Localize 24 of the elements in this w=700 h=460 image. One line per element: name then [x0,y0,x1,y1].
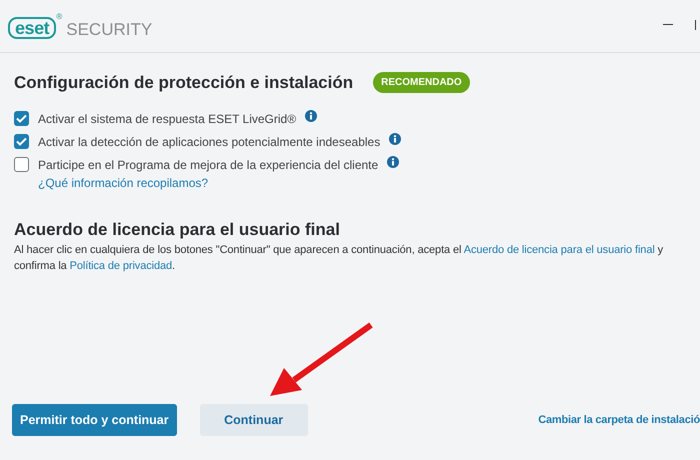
checkbox[interactable] [14,111,29,126]
option-label: Activar la detección de aplicaciones potencialmente indeseables [38,134,380,150]
section-title: Configuración de protección e instalación [14,72,354,94]
continue-button[interactable]: Continuar [200,404,308,436]
info-icon[interactable] [305,110,318,122]
section-title: Acuerdo de licencia para el usuario final [14,218,341,240]
license-text: Al hacer clic en cualquiera de los botones "Continuar" que aparecen a continuación, acepta el Acuerdo de licencia para el usuario final y confirma la Política de privacidad. [14,243,664,274]
close-icon[interactable] [695,20,698,30]
product-name: SECURITY [66,19,152,41]
info-icon[interactable] [387,156,400,168]
option-label: Activar el sistema de respuesta ESET LiveGrid® [38,110,296,128]
change-folder-link[interactable]: Cambiar la carpeta de instalació [538,412,700,428]
allow-all-button[interactable]: Permitir todo y continuar [12,404,177,436]
info-icon[interactable] [389,132,402,144]
privacy-link[interactable]: Política de privacidad [70,260,172,272]
license-link[interactable]: Acuerdo de licencia para el usuario final [464,244,655,256]
logo: eset [8,17,56,40]
option-label: Participe en el Programa de mejora de la experiencia del cliente [38,156,378,174]
minimize-icon[interactable] [663,24,673,26]
checkbox[interactable] [14,134,29,149]
recommended-badge: RECOMENDADO [373,72,470,94]
checkbox[interactable] [14,157,29,172]
info-link[interactable]: ¿Qué información recopilamos? [38,174,208,192]
registered-mark: ® [56,11,62,24]
